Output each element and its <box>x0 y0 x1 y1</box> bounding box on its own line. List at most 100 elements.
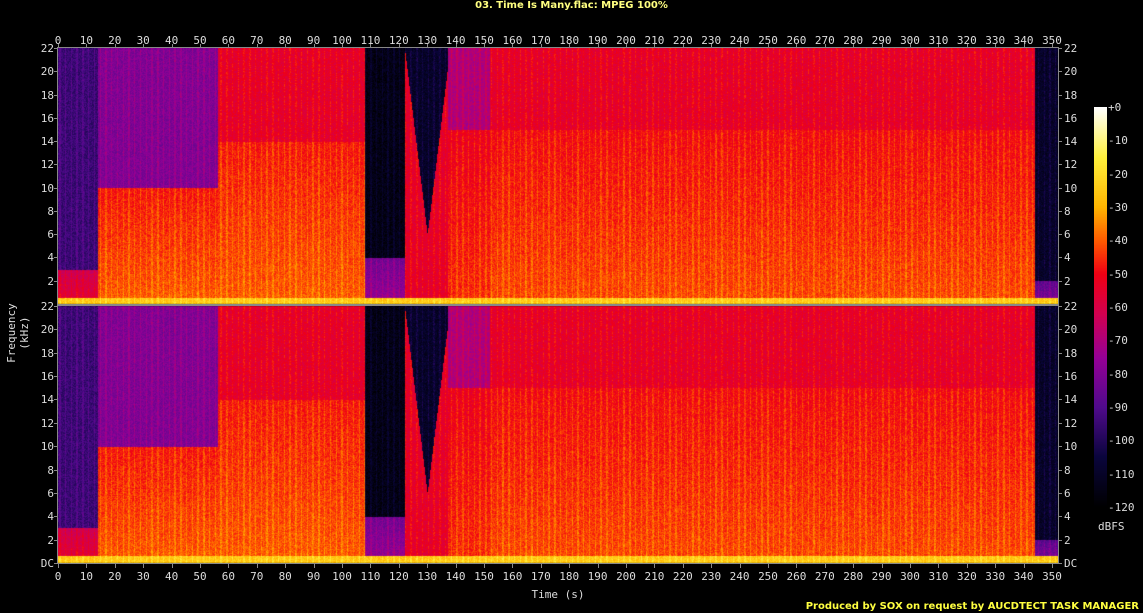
x-tick-mark <box>484 564 485 568</box>
x-axis-label: Time (s) <box>0 588 1116 601</box>
x-tick-label-bottom: 240 <box>730 571 750 582</box>
x-tick-mark <box>370 44 371 48</box>
y-tick-label-right: 14 <box>1064 136 1077 147</box>
colorbar-tick-label: -60 <box>1108 302 1128 313</box>
y-tick-mark <box>54 141 58 142</box>
y-tick-mark <box>54 95 58 96</box>
y-tick-label-left: 14 <box>26 394 54 405</box>
y-tick-mark <box>1058 281 1062 282</box>
x-tick-mark <box>1024 564 1025 568</box>
y-tick-mark <box>54 540 58 541</box>
colorbar-tick-label: -50 <box>1108 269 1128 280</box>
y-tick-label-right: 20 <box>1064 66 1077 77</box>
x-tick-mark <box>683 44 684 48</box>
x-tick-label-bottom: 150 <box>474 571 494 582</box>
y-tick-mark <box>54 188 58 189</box>
y-tick-mark <box>54 446 58 447</box>
y-tick-label-right: 16 <box>1064 113 1077 124</box>
x-tick-mark <box>257 44 258 48</box>
x-tick-mark <box>910 564 911 568</box>
x-tick-label-bottom: 90 <box>304 571 324 582</box>
y-tick-mark <box>54 423 58 424</box>
y-axis-label: Frequency (kHz) <box>5 293 31 373</box>
x-tick-label-bottom: 100 <box>332 571 352 582</box>
x-tick-label-bottom: 250 <box>758 571 778 582</box>
y-tick-label-right: 12 <box>1064 159 1077 170</box>
x-tick-mark <box>938 564 939 568</box>
x-tick-mark <box>967 44 968 48</box>
x-tick-mark <box>995 44 996 48</box>
x-tick-label-bottom: 290 <box>872 571 892 582</box>
x-tick-mark <box>314 564 315 568</box>
y-tick-mark <box>1058 470 1062 471</box>
colorbar-tick-label: -120 <box>1108 502 1135 513</box>
x-tick-mark <box>285 564 286 568</box>
y-tick-label-left: 22 <box>26 43 54 54</box>
y-tick-label-right: 8 <box>1064 206 1071 217</box>
y-tick-mark <box>1058 95 1062 96</box>
y-tick-mark <box>1058 211 1062 212</box>
x-tick-mark <box>115 44 116 48</box>
y-tick-label-right: DC <box>1064 558 1077 569</box>
x-tick-label-bottom: 330 <box>985 571 1005 582</box>
x-tick-mark <box>172 44 173 48</box>
y-tick-mark <box>1058 540 1062 541</box>
x-tick-mark <box>796 44 797 48</box>
x-tick-label-bottom: 280 <box>843 571 863 582</box>
x-tick-label-bottom: 210 <box>644 571 664 582</box>
y-tick-label-left: 4 <box>26 252 54 263</box>
colorbar-tick-label: -20 <box>1108 169 1128 180</box>
x-tick-label-bottom: 160 <box>502 571 522 582</box>
y-tick-label-left: 2 <box>26 276 54 287</box>
y-tick-label-right: 22 <box>1064 43 1077 54</box>
y-tick-label-right: 12 <box>1064 418 1077 429</box>
x-tick-mark <box>342 564 343 568</box>
credit-text: Produced by SOX on request by AUCDTECT T… <box>806 601 1139 612</box>
y-tick-label-left: 12 <box>26 159 54 170</box>
colorbar-tick-label: -100 <box>1108 435 1135 446</box>
x-tick-mark <box>228 44 229 48</box>
x-tick-label-bottom: 70 <box>247 571 267 582</box>
y-tick-mark <box>1058 446 1062 447</box>
x-tick-label-bottom: 0 <box>48 571 68 582</box>
x-tick-mark <box>882 564 883 568</box>
y-tick-mark <box>54 71 58 72</box>
y-tick-label-left: 4 <box>26 511 54 522</box>
y-tick-label-left: 8 <box>26 465 54 476</box>
x-tick-label-bottom: 230 <box>701 571 721 582</box>
x-tick-mark <box>654 44 655 48</box>
y-tick-label-left: 20 <box>26 66 54 77</box>
y-tick-label-left: 14 <box>26 136 54 147</box>
x-tick-label-bottom: 80 <box>275 571 295 582</box>
x-tick-mark <box>399 44 400 48</box>
x-tick-mark <box>143 564 144 568</box>
x-tick-label-bottom: 270 <box>815 571 835 582</box>
y-tick-mark <box>54 563 58 564</box>
x-tick-label-bottom: 20 <box>105 571 125 582</box>
y-tick-label-right: 4 <box>1064 252 1071 263</box>
x-tick-mark <box>910 44 911 48</box>
x-tick-mark <box>456 564 457 568</box>
y-tick-mark <box>1058 164 1062 165</box>
y-tick-mark <box>1058 118 1062 119</box>
x-tick-mark <box>172 564 173 568</box>
x-tick-label-bottom: 120 <box>389 571 409 582</box>
x-tick-mark <box>58 44 59 48</box>
y-tick-mark <box>1058 48 1062 49</box>
x-tick-mark <box>967 564 968 568</box>
x-tick-mark <box>825 44 826 48</box>
x-tick-label-bottom: 10 <box>76 571 96 582</box>
x-tick-label-bottom: 310 <box>928 571 948 582</box>
y-tick-mark <box>54 493 58 494</box>
x-tick-mark <box>1024 44 1025 48</box>
x-tick-mark <box>512 44 513 48</box>
y-tick-mark <box>54 470 58 471</box>
x-tick-mark <box>569 44 570 48</box>
x-tick-mark <box>370 564 371 568</box>
x-tick-mark <box>740 44 741 48</box>
y-tick-mark <box>1058 234 1062 235</box>
x-tick-label-bottom: 200 <box>616 571 636 582</box>
x-tick-mark <box>683 564 684 568</box>
chart-title: 03. Time Is Many.flac: MPEG 100% <box>0 0 1143 12</box>
x-tick-mark <box>257 564 258 568</box>
